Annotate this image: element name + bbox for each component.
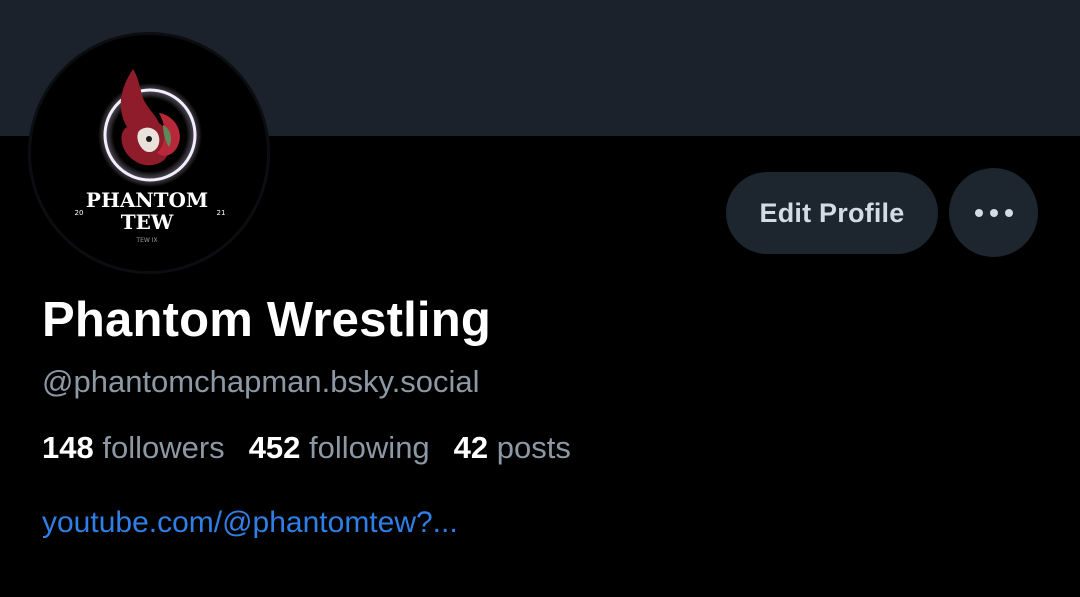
following-stat[interactable]: 452 following <box>249 430 430 466</box>
logo-year-right: 21 <box>217 209 226 217</box>
posts-count: 42 <box>453 430 489 465</box>
logo-subtext: TEW IX <box>135 237 157 244</box>
logo-line2: TEW <box>121 210 174 234</box>
logo-line1: PHANTOM <box>86 188 208 212</box>
edit-profile-label: Edit Profile <box>759 197 905 228</box>
followers-count: 148 <box>42 430 94 465</box>
profile-page: PHANTOM TEW 20 21 TEW IX Edit Profile Ph… <box>0 0 1080 597</box>
following-count: 452 <box>248 430 301 465</box>
display-name: Phantom Wrestling <box>42 293 491 347</box>
posts-stat: 42 posts <box>454 430 571 466</box>
followers-label: followers <box>102 430 225 465</box>
followers-stat[interactable]: 148 followers <box>42 430 225 466</box>
phantom-tew-logo: PHANTOM TEW 20 21 TEW IX <box>31 35 267 271</box>
profile-stats: 148 followers 452 following 42 posts <box>42 430 595 466</box>
profile-handle: @phantomchapman.bsky.social <box>42 364 480 399</box>
ellipsis-horizontal-icon <box>974 208 1013 217</box>
posts-label: posts <box>496 430 571 465</box>
profile-link[interactable]: youtube.com/@phantomtew?... <box>42 506 458 540</box>
avatar[interactable]: PHANTOM TEW 20 21 TEW IX <box>28 32 270 274</box>
following-label: following <box>309 430 430 465</box>
edit-profile-button[interactable]: Edit Profile <box>726 172 938 254</box>
more-options-button[interactable] <box>949 168 1038 257</box>
logo-year-left: 20 <box>75 209 84 217</box>
